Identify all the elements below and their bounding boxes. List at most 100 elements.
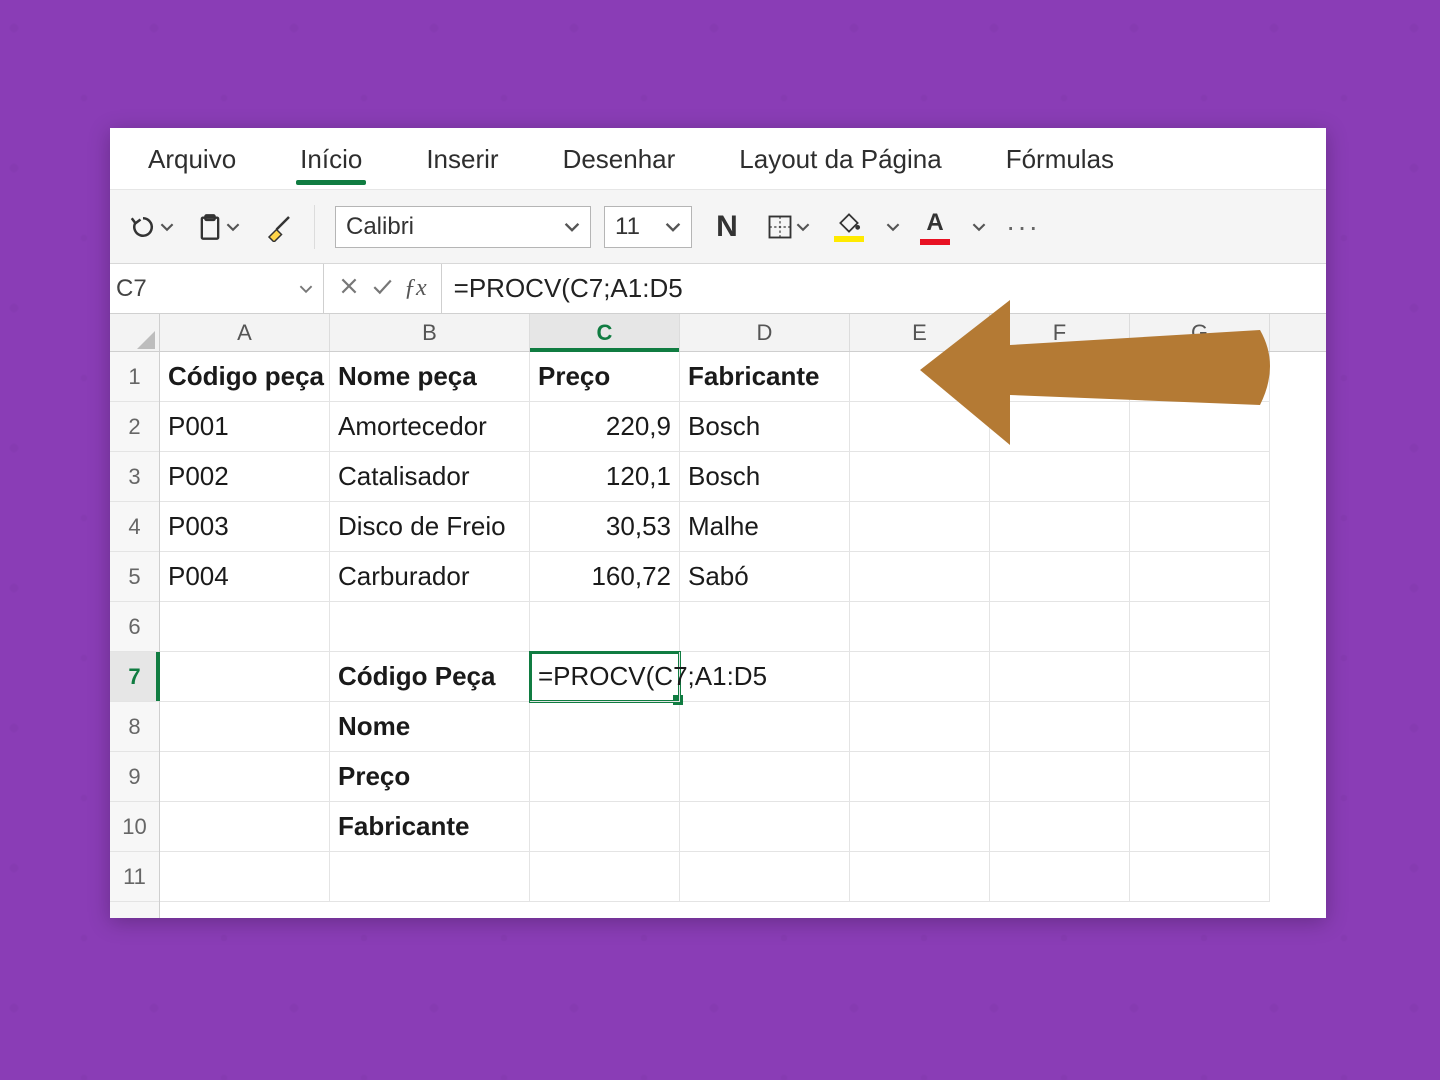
cell-C6[interactable] [530,602,680,652]
col-header-G[interactable]: G [1130,314,1270,351]
borders-button[interactable] [762,206,814,248]
cell-G3[interactable] [1130,452,1270,502]
row-header-6[interactable]: 6 [110,602,159,652]
cell-D6[interactable] [680,602,850,652]
cell-B11[interactable] [330,852,530,902]
bold-button[interactable]: N [706,206,748,248]
cell-B4[interactable]: Disco de Freio [330,502,530,552]
cell-F6[interactable] [990,602,1130,652]
cell-E7[interactable] [850,652,990,702]
chevron-down-icon[interactable] [886,220,900,234]
enter-formula-button[interactable] [370,275,394,302]
col-header-E[interactable]: E [850,314,990,351]
cell-D4[interactable]: Malhe [680,502,850,552]
cell-B3[interactable]: Catalisador [330,452,530,502]
cell-D3[interactable]: Bosch [680,452,850,502]
cell-G2[interactable] [1130,402,1270,452]
toolbar-overflow-button[interactable]: ··· [1000,211,1046,243]
cell-F8[interactable] [990,702,1130,752]
cell-B6[interactable] [330,602,530,652]
name-box[interactable]: C7 [110,264,324,313]
row-header-4[interactable]: 4 [110,502,159,552]
cell-C3[interactable]: 120,1 [530,452,680,502]
row-header-2[interactable]: 2 [110,402,159,452]
cell-A4[interactable]: P003 [160,502,330,552]
cell-A10[interactable] [160,802,330,852]
cell-C7[interactable]: =PROCV(C7;A1:D5 [530,652,680,702]
row-header-5[interactable]: 5 [110,552,159,602]
cell-E2[interactable] [850,402,990,452]
cell-F10[interactable] [990,802,1130,852]
cell-E5[interactable] [850,552,990,602]
row-header-1[interactable]: 1 [110,352,159,402]
row-header-9[interactable]: 9 [110,752,159,802]
cell-F9[interactable] [990,752,1130,802]
font-color-button[interactable]: A [914,206,956,248]
tab-formulas[interactable]: Fórmulas [1000,132,1120,189]
cell-A5[interactable]: P004 [160,552,330,602]
cells-area[interactable]: Código peçaNome peçaPreçoFabricanteP001A… [160,352,1326,918]
cell-C10[interactable] [530,802,680,852]
cell-F7[interactable] [990,652,1130,702]
cell-G5[interactable] [1130,552,1270,602]
cell-B2[interactable]: Amortecedor [330,402,530,452]
formula-input[interactable]: =PROCV(C7;A1:D5 [442,264,1326,313]
cell-F2[interactable] [990,402,1130,452]
cell-C9[interactable] [530,752,680,802]
fill-color-button[interactable] [828,206,870,248]
tab-layout[interactable]: Layout da Página [733,132,947,189]
cell-G4[interactable] [1130,502,1270,552]
cell-E9[interactable] [850,752,990,802]
fx-label[interactable]: ƒx [404,275,427,302]
spreadsheet-grid[interactable]: A B C D E F G 1234567891011 Código peçaN… [110,314,1326,918]
cell-E3[interactable] [850,452,990,502]
cell-G1[interactable] [1130,352,1270,402]
paste-button[interactable] [192,206,244,248]
cell-C1[interactable]: Preço [530,352,680,402]
col-header-D[interactable]: D [680,314,850,351]
tab-inicio[interactable]: Início [294,132,368,189]
cell-D1[interactable]: Fabricante [680,352,850,402]
cell-A6[interactable] [160,602,330,652]
tab-arquivo[interactable]: Arquivo [142,132,242,189]
cell-G9[interactable] [1130,752,1270,802]
cell-A1[interactable]: Código peça [160,352,330,402]
cell-G7[interactable] [1130,652,1270,702]
col-header-A[interactable]: A [160,314,330,351]
cell-F5[interactable] [990,552,1130,602]
cell-B5[interactable]: Carburador [330,552,530,602]
cell-F1[interactable] [990,352,1130,402]
cell-C2[interactable]: 220,9 [530,402,680,452]
cell-A9[interactable] [160,752,330,802]
font-name-select[interactable]: Calibri [335,206,591,248]
chevron-down-icon[interactable] [972,220,986,234]
cell-C8[interactable] [530,702,680,752]
cell-C11[interactable] [530,852,680,902]
cell-D11[interactable] [680,852,850,902]
cell-C5[interactable]: 160,72 [530,552,680,602]
undo-button[interactable] [124,206,178,248]
cell-G10[interactable] [1130,802,1270,852]
row-header-3[interactable]: 3 [110,452,159,502]
cell-B8[interactable]: Nome [330,702,530,752]
cell-D9[interactable] [680,752,850,802]
cell-D5[interactable]: Sabó [680,552,850,602]
cell-A11[interactable] [160,852,330,902]
cell-G8[interactable] [1130,702,1270,752]
row-header-10[interactable]: 10 [110,802,159,852]
row-header-7[interactable]: 7 [110,652,159,702]
row-header-8[interactable]: 8 [110,702,159,752]
cell-F11[interactable] [990,852,1130,902]
cell-D8[interactable] [680,702,850,752]
cell-A2[interactable]: P001 [160,402,330,452]
cell-A7[interactable] [160,652,330,702]
font-size-select[interactable]: 11 [604,206,692,248]
cell-F3[interactable] [990,452,1130,502]
cell-D10[interactable] [680,802,850,852]
cell-E8[interactable] [850,702,990,752]
col-header-C[interactable]: C [530,314,680,351]
row-header-11[interactable]: 11 [110,852,159,902]
format-painter-button[interactable] [258,206,300,248]
cell-E11[interactable] [850,852,990,902]
cell-B9[interactable]: Preço [330,752,530,802]
